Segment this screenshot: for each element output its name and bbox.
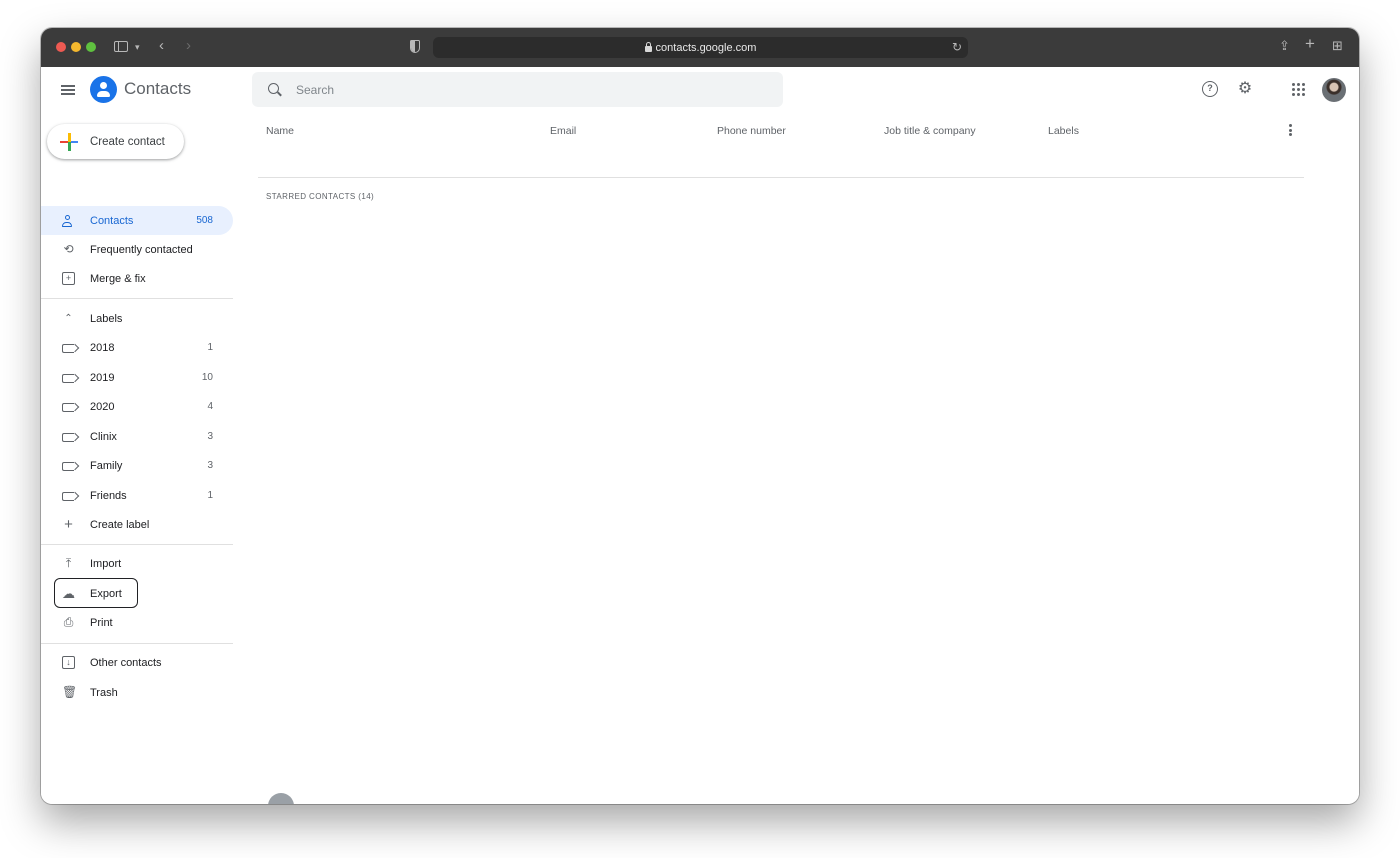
table-header-divider xyxy=(258,177,1304,178)
merge-icon: + xyxy=(62,272,75,285)
search-bar[interactable] xyxy=(252,72,783,107)
main-menu-icon[interactable] xyxy=(61,85,75,95)
contact-avatar[interactable] xyxy=(268,793,294,804)
sidebar-item-label: Friends xyxy=(90,489,127,502)
address-bar[interactable]: contacts.google.com ↻ xyxy=(433,37,968,58)
label-count: 4 xyxy=(207,401,213,412)
history-icon: ⟲ xyxy=(63,242,74,256)
sidebar-item-label: Merge & fix xyxy=(90,272,146,285)
label-count: 3 xyxy=(207,460,213,471)
sidebar-item-label-2019[interactable]: 2019 10 xyxy=(41,363,233,392)
label-count: 1 xyxy=(207,490,213,501)
sidebar-item-label: 2020 xyxy=(90,400,115,413)
column-header-labels[interactable]: Labels xyxy=(1048,125,1079,137)
chevron-down-icon[interactable]: ▾ xyxy=(135,40,140,54)
more-options-icon[interactable] xyxy=(1289,124,1292,136)
app-title[interactable]: Contacts xyxy=(124,79,191,99)
sidebar-item-label-family[interactable]: Family 3 xyxy=(41,451,233,480)
forward-icon[interactable]: › xyxy=(186,38,191,53)
create-label-button[interactable]: + Create label xyxy=(41,510,233,539)
sidebar-item-label: Export xyxy=(90,587,122,600)
lock-icon xyxy=(644,41,652,52)
upload-icon: ⤒ xyxy=(65,556,72,570)
sidebar-item-label: Print xyxy=(90,616,113,629)
sidebar-item-label: Import xyxy=(90,557,122,570)
contacts-logo[interactable] xyxy=(90,76,117,103)
close-window-button[interactable] xyxy=(56,42,66,52)
print-icon: ⎙ xyxy=(63,615,74,629)
back-icon[interactable]: ‹ xyxy=(159,38,164,53)
sidebar-item-label-friends[interactable]: Friends 1 xyxy=(41,481,233,510)
sidebar-item-label: Other contacts xyxy=(90,656,162,669)
sidebar-item-trash[interactable]: 🗑 Trash xyxy=(41,678,233,707)
sidebar-item-label: Family xyxy=(90,459,123,472)
column-header-name[interactable]: Name xyxy=(266,125,294,137)
sidebar-item-import[interactable]: ⤒ Import xyxy=(41,549,233,578)
sidebar-item-label-2018[interactable]: 2018 1 xyxy=(41,333,233,362)
url-text: contacts.google.com xyxy=(655,41,757,54)
create-label-text: Create label xyxy=(90,518,150,531)
share-icon[interactable]: ⇪ xyxy=(1279,39,1290,53)
label-icon xyxy=(62,402,74,412)
sidebar-item-label: 2018 xyxy=(90,341,115,354)
tab-overview-icon[interactable]: ⊞ xyxy=(1332,39,1343,53)
sidebar-divider xyxy=(41,544,233,545)
minimize-window-button[interactable] xyxy=(71,42,81,52)
sidebar-item-other-contacts[interactable]: ↓ Other contacts xyxy=(41,648,233,677)
account-avatar[interactable] xyxy=(1322,78,1346,102)
plus-icon xyxy=(60,132,78,151)
column-header-phone[interactable]: Phone number xyxy=(717,125,786,137)
sidebar-item-label: Frequently contacted xyxy=(90,243,193,256)
sidebar-divider xyxy=(41,643,233,644)
reload-icon[interactable]: ↻ xyxy=(952,40,962,54)
label-icon xyxy=(62,461,74,471)
person-icon xyxy=(62,214,72,227)
contacts-count: 508 xyxy=(196,215,213,226)
label-icon xyxy=(62,373,74,383)
sidebar-divider xyxy=(41,298,233,299)
contacts-app: Contacts ? ⚙ Create contact Contacts 508… xyxy=(41,67,1359,804)
zoom-window-button[interactable] xyxy=(86,42,96,52)
search-input[interactable] xyxy=(296,72,766,107)
sidebar-item-frequently-contacted[interactable]: ⟲ Frequently contacted xyxy=(41,235,233,264)
sidebar-item-contacts[interactable]: Contacts 508 xyxy=(41,206,233,235)
archive-icon: ↓ xyxy=(62,656,75,669)
browser-toolbar: ▾ ‹ › contacts.google.com ↻ ⇪ + ⊞ xyxy=(41,28,1359,67)
privacy-shield-icon[interactable] xyxy=(410,40,420,53)
new-tab-icon[interactable]: + xyxy=(1305,35,1315,52)
sidebar-item-merge-fix[interactable]: + Merge & fix xyxy=(41,264,233,293)
gear-icon[interactable]: ⚙ xyxy=(1237,81,1253,97)
sidebar-item-export[interactable]: ☁ Export xyxy=(41,579,233,608)
label-count: 3 xyxy=(207,431,213,442)
trash-icon: 🗑 xyxy=(62,685,78,699)
sidebar-item-label: Clinix xyxy=(90,430,117,443)
cloud-upload-icon: ☁ xyxy=(62,586,75,601)
chevron-up-icon: ⌃ xyxy=(64,313,73,324)
label-count: 10 xyxy=(201,372,213,383)
search-icon[interactable] xyxy=(268,83,279,94)
sidebar-item-label-2020[interactable]: 2020 4 xyxy=(41,392,233,421)
sidebar-item-label: Trash xyxy=(90,686,118,699)
create-contact-button[interactable]: Create contact xyxy=(47,124,184,159)
column-header-job-title[interactable]: Job title & company xyxy=(884,125,976,137)
sidebar-item-label: Contacts xyxy=(90,214,134,227)
plus-icon: + xyxy=(64,516,73,533)
label-icon xyxy=(62,432,74,442)
labels-header: Labels xyxy=(90,312,123,325)
create-contact-label: Create contact xyxy=(90,135,165,148)
sidebar-item-label: 2019 xyxy=(90,371,115,384)
label-icon xyxy=(62,491,74,501)
column-header-email[interactable]: Email xyxy=(550,125,576,137)
label-icon xyxy=(62,343,74,353)
browser-window: ▾ ‹ › contacts.google.com ↻ ⇪ + ⊞ Contac… xyxy=(41,28,1359,804)
labels-section-toggle[interactable]: ⌃ Labels xyxy=(41,304,233,333)
sidebar-item-print[interactable]: ⎙ Print xyxy=(41,608,233,637)
sidebar-item-label-clinix[interactable]: Clinix 3 xyxy=(41,422,233,451)
help-icon[interactable]: ? xyxy=(1202,81,1218,97)
starred-contacts-heading: STARRED CONTACTS (14) xyxy=(266,192,375,201)
label-count: 1 xyxy=(207,342,213,353)
sidebar-toggle-icon[interactable] xyxy=(114,41,128,52)
apps-grid-icon[interactable] xyxy=(1292,83,1305,96)
